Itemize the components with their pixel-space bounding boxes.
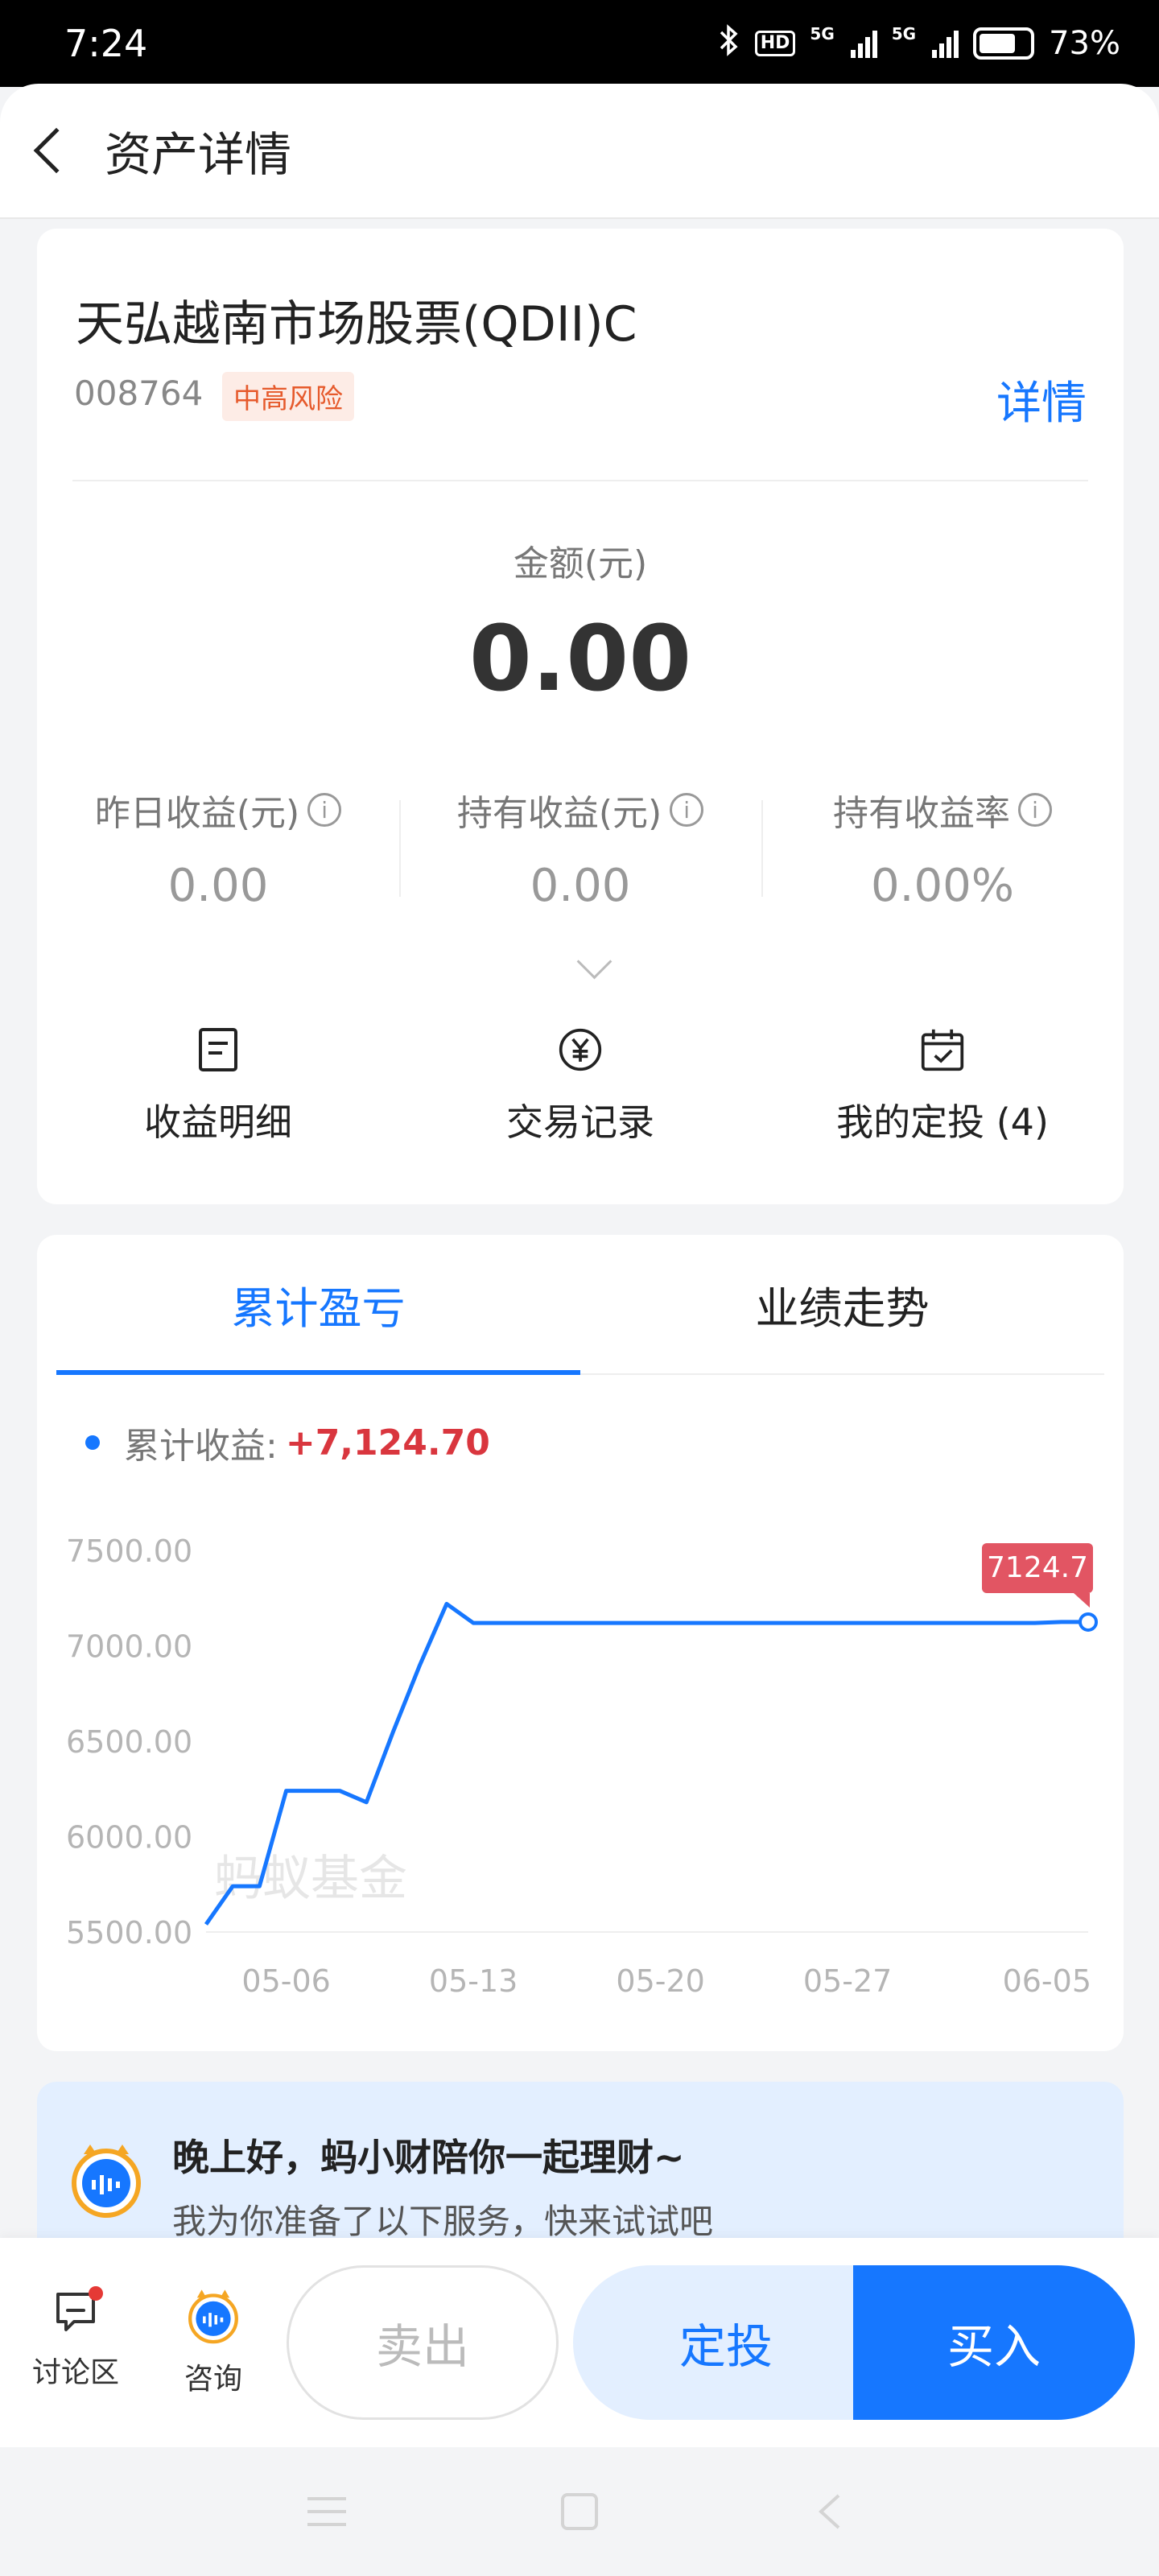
divider	[72, 480, 1088, 481]
fund-name: 天弘越南市场股票(QDII)C	[76, 296, 637, 353]
y-tick-label: 6500.00	[66, 1724, 192, 1760]
home-icon[interactable]	[555, 2487, 604, 2536]
calendar-check-icon	[920, 1026, 965, 1074]
signal-icon-2	[932, 29, 959, 58]
info-icon[interactable]: i	[670, 793, 704, 827]
page-header: 资产详情	[0, 84, 1159, 219]
greeting-title: 晚上好，蚂小财陪你一起理财~	[172, 2136, 685, 2179]
stat-value: 0.00	[530, 860, 631, 912]
network-label: 5G	[810, 23, 835, 43]
last-point-marker	[1079, 1612, 1098, 1632]
back-nav-icon[interactable]	[805, 2487, 853, 2536]
chart-card: 累计盈亏 业绩走势 累计收益: +7,124.70 蚂蚁基金 7500.00 700…	[37, 1235, 1124, 2051]
status-bar: 7:24 HD 5G 5G 73%	[0, 0, 1159, 87]
watermark: 蚂蚁基金	[214, 1851, 407, 1907]
stat-holding: 持有收益(元) i 0.00	[399, 784, 761, 913]
greeting-subtitle: 我为你准备了以下服务，快来试试吧	[172, 2202, 714, 2241]
x-tick-label: 06-05	[1003, 1963, 1091, 1999]
info-icon[interactable]: i	[307, 793, 342, 827]
bottom-action-bar: 讨论区 咨询 卖出 定投 买入	[0, 2238, 1159, 2447]
y-tick-label: 7500.00	[66, 1534, 192, 1569]
action-label: 交易记录	[506, 1100, 654, 1144]
robot-assistant-icon	[188, 2289, 238, 2344]
hd-badge: HD	[754, 31, 796, 56]
signal-icon	[850, 29, 877, 58]
fund-code: 008764	[74, 374, 204, 413]
action-label: 收益明细	[144, 1100, 292, 1144]
x-tick-label: 05-06	[241, 1963, 330, 1999]
income-detail-button[interactable]: 收益明细	[37, 1026, 399, 1146]
last-point-label: 7124.7	[987, 1551, 1088, 1584]
status-icons: HD 5G 5G 73%	[716, 24, 1120, 64]
info-icon[interactable]: i	[1018, 793, 1052, 827]
system-nav-bar	[0, 2447, 1159, 2576]
menu-icon[interactable]	[303, 2487, 351, 2536]
my-sip-button[interactable]: 我的定投 (4)	[761, 1026, 1124, 1146]
stat-yesterday: 昨日收益(元) i 0.00	[37, 784, 399, 913]
sell-button[interactable]: 卖出	[287, 2265, 559, 2420]
bluetooth-icon	[716, 23, 740, 64]
y-tick-label: 7000.00	[66, 1629, 192, 1665]
battery-percent: 73%	[1049, 25, 1120, 62]
discuss-label: 讨论区	[31, 2356, 119, 2389]
risk-badge: 中高风险	[222, 372, 354, 421]
stat-label: 昨日收益(元)	[94, 793, 300, 834]
consult-label: 咨询	[184, 2363, 242, 2396]
robot-assistant-icon	[66, 2138, 146, 2222]
x-tick-label: 05-20	[616, 1963, 704, 1999]
amount-label: 金额(元)	[513, 543, 648, 584]
sip-button[interactable]: 定投	[573, 2265, 879, 2420]
trade-record-button[interactable]: 交易记录	[399, 1026, 761, 1146]
stat-label: 持有收益(元)	[456, 793, 662, 834]
detail-link[interactable]: 详情	[996, 367, 1087, 432]
stat-value: 0.00	[167, 860, 269, 912]
consult-button[interactable]: 咨询	[165, 2286, 262, 2397]
stat-holding-rate: 持有收益率 i 0.00%	[761, 784, 1124, 913]
buy-button[interactable]: 买入	[853, 2265, 1135, 2420]
amount-value: 0.00	[468, 607, 692, 712]
x-tick-label: 05-27	[803, 1963, 892, 1999]
cumulative-chart: 蚂蚁基金 7500.00 7000.00 6500.00 6000.00 5500.00 0…	[66, 1534, 1098, 1999]
document-icon	[196, 1026, 241, 1074]
page-title: 资产详情	[105, 127, 292, 182]
notification-dot	[89, 2286, 103, 2301]
discuss-button[interactable]: 讨论区	[27, 2286, 124, 2391]
expand-chevron-icon[interactable]	[572, 949, 621, 981]
status-time: 7:24	[64, 22, 148, 65]
back-button[interactable]	[0, 83, 105, 218]
x-tick-label: 05-13	[429, 1963, 518, 1999]
network-label-2: 5G	[891, 23, 917, 43]
asset-card: 天弘越南市场股票(QDII)C 008764 中高风险 详情 金额(元) 0.0…	[37, 229, 1124, 1204]
stat-value: 0.00%	[871, 860, 1014, 912]
stat-label: 持有收益率	[833, 793, 1010, 834]
battery-icon	[973, 27, 1035, 60]
action-label: 我的定投 (4)	[836, 1100, 1049, 1144]
back-chevron-icon	[33, 127, 80, 174]
actions-row: 收益明细 交易记录 我的定投 (4)	[37, 1026, 1124, 1146]
y-tick-label: 6000.00	[66, 1820, 192, 1856]
y-tick-label: 5500.00	[66, 1915, 192, 1951]
yuan-icon	[558, 1026, 603, 1074]
tooltip-pointer	[1074, 1592, 1090, 1608]
stats-row: 昨日收益(元) i 0.00 持有收益(元) i 0.00 持有收益率 i 0.00%	[37, 784, 1124, 913]
